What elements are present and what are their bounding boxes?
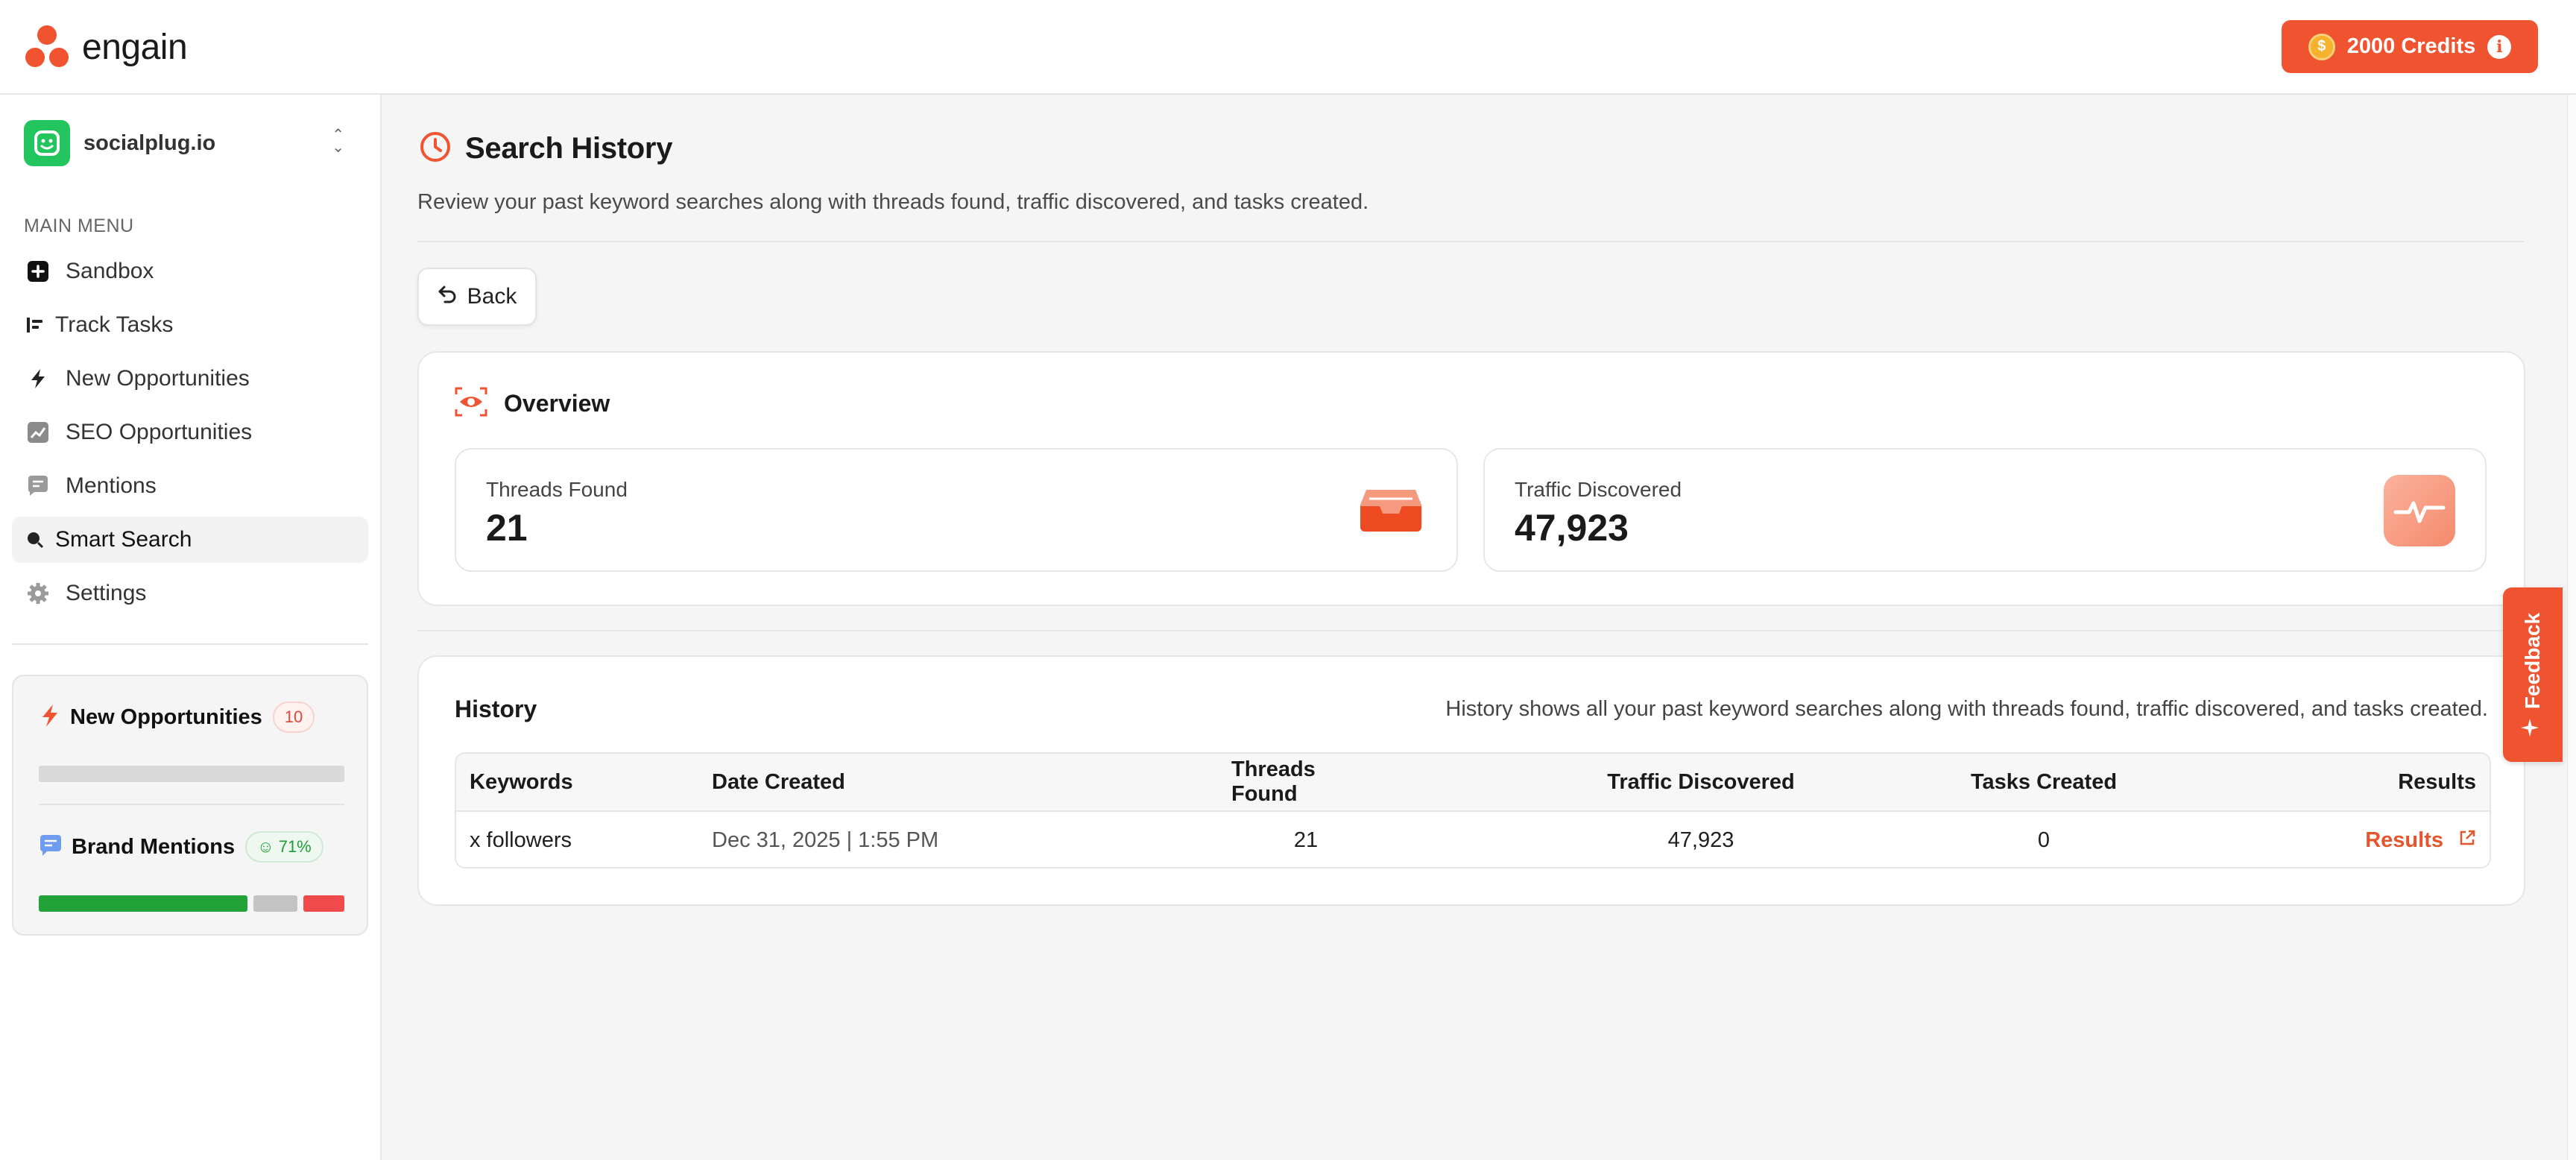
stat-value: 47,923 [1515,507,1629,549]
chevron-updown-icon[interactable]: ⌃ ⌄ [332,127,344,155]
section-divider [417,630,2525,631]
results-link[interactable]: Results [2365,828,2476,853]
sidebar-item-label: Sandbox [66,259,154,283]
sidebar-item-mentions[interactable]: Mentions [12,463,368,509]
main-menu: Sandbox Track Tasks New Opportunities SE… [12,248,368,624]
stat-label: Threads Found [486,478,628,501]
results-link-label: Results [2365,828,2443,852]
card-divider [39,804,344,805]
header-divider [417,241,2524,242]
sidebar-item-settings[interactable]: Settings [12,570,368,617]
table-header: Keywords Date Created Threads Found Traf… [456,754,2490,812]
column-header-traffic[interactable]: Traffic Discovered [1589,754,1813,810]
coin-icon: $ [2308,33,2335,60]
column-header-tasks[interactable]: Tasks Created [1947,754,2141,810]
gear-icon [25,581,51,606]
stat-label: Traffic Discovered [1515,478,1682,501]
bolt-icon [39,703,61,732]
workspace-logo-icon [24,120,70,166]
column-header-keywords[interactable]: Keywords [470,754,573,810]
back-button[interactable]: Back [417,268,537,326]
history-title: History [455,696,537,722]
top-bar: engain $ 2000 Credits i [0,0,2576,95]
logo[interactable]: engain [22,21,188,73]
sidebar-item-seo-opportunities[interactable]: SEO Opportunities [12,409,368,456]
sentiment-badge: ☺ 71% [245,831,323,863]
sidebar-item-sandbox[interactable]: Sandbox [12,248,368,294]
column-header-results: Results [2398,769,2476,794]
page-scrollbar[interactable] [2567,95,2576,1160]
brand-mentions-title: Brand Mentions [72,834,236,859]
table-row: x followers Dec 31, 2025 | 1:55 PM 21 47… [456,812,2490,867]
eye-scan-icon [455,387,487,420]
sentiment-positive-bar [39,895,247,912]
engain-logo-icon [25,25,69,67]
info-icon[interactable]: i [2487,34,2512,59]
brand-mentions-summary[interactable]: Brand Mentions ☺ 71% [39,831,323,863]
workspace-name: socialplug.io [83,130,216,155]
search-icon [25,527,45,552]
sidebar-item-new-opportunities[interactable]: New Opportunities [12,356,368,402]
sidebar-item-label: Settings [66,581,147,605]
page-title: Search History [465,132,673,165]
credits-button[interactable]: $ 2000 Credits i [2282,20,2538,73]
back-label: Back [467,284,517,309]
menu-section-label: MAIN MENU [24,215,134,236]
sentiment-neutral-bar [253,895,297,912]
chart-icon [25,420,51,445]
sentiment-negative-bar [303,895,344,912]
count-badge: 10 [272,702,315,733]
opportunities-progress-bar [39,766,344,782]
sidebar-item-label: SEO Opportunities [66,420,253,444]
page-subtitle: Review your past keyword searches along … [417,190,1369,214]
activity-icon [2384,475,2455,546]
cell-tasks: 0 [2037,828,2051,852]
new-opportunities-title: New Opportunities [70,704,262,729]
overview-panel: Overview Threads Found 21 Traffic Discov… [417,351,2525,606]
new-opportunities-summary[interactable]: New Opportunities 10 [39,702,315,733]
page-header: Search History [419,130,672,167]
cell-threads: 21 [1293,828,1319,852]
history-table: Keywords Date Created Threads Found Traf… [455,752,2491,869]
sidebar-item-smart-search[interactable]: Smart Search [12,517,368,563]
sidebar-item-track-tasks[interactable]: Track Tasks [12,302,368,348]
cell-results: Results [2365,812,2476,867]
overview-title: Overview [504,390,610,417]
sidebar-item-label: New Opportunities [66,366,250,391]
column-header-date[interactable]: Date Created [712,754,845,810]
history-panel: History History shows all your past keyw… [417,655,2525,906]
bolt-icon [25,366,51,391]
sidebar-divider [12,643,368,645]
summary-card: New Opportunities 10 Brand Mentions ☺ 71… [12,675,368,936]
sidebar-item-label: Track Tasks [55,312,174,337]
back-arrow-icon [438,284,457,309]
clock-icon [419,130,452,167]
brand-name: engain [82,27,188,67]
sidebar: socialplug.io ⌃ ⌄ MAIN MENU Sandbox Track… [0,95,382,1160]
cell-traffic: 47,923 [1667,828,1734,852]
feedback-label: Feedback [2521,612,2545,709]
external-link-icon [2458,828,2476,853]
tasks-icon [25,312,45,338]
inbox-icon [1355,475,1427,546]
sentiment-percent: 71% [278,837,312,856]
cell-keywords: x followers [470,828,572,852]
traffic-discovered-card: Traffic Discovered 47,923 [1483,448,2487,572]
history-description: History shows all your past keyword sear… [1445,697,2488,721]
plus-square-icon [25,259,51,284]
workspace-switcher[interactable]: socialplug.io ⌃ ⌄ [24,119,358,168]
stat-value: 21 [486,507,528,549]
credits-label: 2000 Credits [2346,34,2476,58]
message-icon [39,833,63,861]
cell-date: Dec 31, 2025 | 1:55 PM [712,828,939,852]
message-icon [25,473,51,499]
sidebar-item-label: Mentions [66,473,157,498]
main-content: Search History Review your past keyword … [382,95,2567,1160]
feedback-button[interactable]: Feedback [2503,587,2563,762]
sidebar-item-label: Smart Search [55,527,192,552]
column-header-threads[interactable]: Threads Found [1231,754,1380,810]
sparkle-icon [2521,718,2545,737]
overview-header: Overview [455,387,610,420]
threads-found-card: Threads Found 21 [455,448,1458,572]
